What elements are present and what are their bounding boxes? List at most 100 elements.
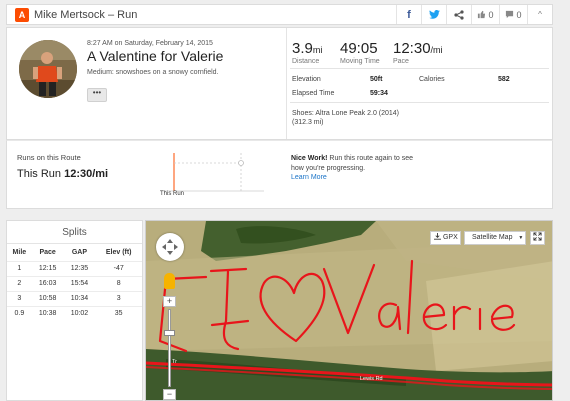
- twitter-icon: [428, 10, 440, 19]
- elapsed-time-label: Elapsed Time: [292, 90, 335, 97]
- stat-pace: 12:30/mi Pace: [393, 40, 443, 65]
- route-comparison: Runs on this Route This Run 12:30/mi Thi…: [6, 140, 553, 209]
- facebook-share-button[interactable]: f: [396, 5, 421, 24]
- pan-arrows-icon: [162, 239, 178, 255]
- avatar[interactable]: [19, 40, 77, 98]
- col-gap: GAP: [71, 248, 88, 256]
- split-gap: 10:02: [63, 305, 96, 321]
- stat-distance: 3.9mi Distance: [292, 40, 322, 65]
- split-pace: 12:15: [31, 260, 64, 276]
- gpx-label: GPX: [442, 234, 458, 241]
- strava-logo-icon: A: [15, 7, 29, 22]
- split-elev: 3: [95, 290, 142, 306]
- pace-unit: /mi: [430, 45, 443, 55]
- split-gap: 10:34: [63, 290, 96, 306]
- pace-label: Pace: [393, 58, 409, 65]
- elevation-label: Elevation: [292, 76, 321, 83]
- twitter-share-button[interactable]: [421, 5, 446, 24]
- elevation-value: 50ft: [370, 76, 383, 83]
- calories-value: 582: [498, 76, 510, 83]
- table-row: 1 12:15 12:35 -47: [7, 260, 142, 276]
- map-type-select[interactable]: Satellite Map ▼: [464, 231, 526, 245]
- activity-header: A Mike Mertsock – Run f 0 0 ^: [6, 4, 553, 25]
- stats-divider: [290, 68, 549, 69]
- split-mile: 1: [7, 260, 32, 276]
- road-label: Lewis Rd: [360, 376, 383, 382]
- card-divider: [286, 28, 287, 139]
- this-run-prefix: This Run: [17, 168, 65, 180]
- chevron-down-icon: ▼: [518, 235, 524, 241]
- shoes-name: Shoes: Altra Lone Peak 2.0 (2014): [292, 110, 400, 117]
- activity-owner-title: Mike Mertsock – Run: [34, 8, 138, 21]
- zoom-slider-handle[interactable]: [164, 330, 175, 336]
- zoom-slider-track[interactable]: [168, 309, 171, 387]
- header-actions: f 0 0 ^: [396, 5, 552, 24]
- distance-unit: mi: [312, 45, 323, 55]
- col-pace: Pace: [39, 248, 56, 256]
- nice-work-message: Nice Work! Run this route again to see h…: [291, 154, 421, 174]
- zoom-out-button[interactable]: −: [163, 389, 176, 400]
- col-mile: Mile: [12, 248, 27, 256]
- learn-more-link[interactable]: Learn More: [291, 174, 327, 181]
- split-pace: 10:38: [31, 305, 64, 321]
- more-options-button[interactable]: •••: [87, 88, 107, 102]
- split-mile: 2: [7, 275, 32, 291]
- split-mile: 0.9: [7, 305, 32, 321]
- split-mile: 3: [7, 290, 32, 306]
- road-label: Tr: [172, 359, 177, 365]
- col-elev: Elev (ft): [105, 248, 132, 256]
- share-icon: [454, 9, 464, 20]
- splits-table: Mile Pace GAP Elev (ft) 1 12:15 12:35 -4…: [7, 244, 142, 321]
- shoes-distance: (312.3 mi): [292, 119, 324, 126]
- route-progress-chart: [160, 153, 264, 192]
- share-button[interactable]: [446, 5, 471, 24]
- this-run-pace-value: 12:30/mi: [64, 168, 109, 180]
- table-row: 0.9 10:38 10:02 35: [7, 305, 142, 321]
- split-pace: 10:58: [31, 290, 64, 306]
- route-map[interactable]: + − GPX Satellite Map ▼ Tr Lewis Rd: [145, 220, 553, 401]
- collapse-button[interactable]: ^: [527, 5, 552, 24]
- zoom-in-button[interactable]: +: [163, 296, 176, 307]
- pace-value: 12:30: [393, 40, 431, 57]
- map-pan-control[interactable]: [156, 233, 184, 261]
- fullscreen-button[interactable]: [530, 231, 545, 245]
- comment-icon: [506, 10, 514, 19]
- activity-summary-card: 8:27 AM on Saturday, February 14, 2015 A…: [6, 27, 553, 140]
- route-runs-label: Runs on this Route: [17, 153, 81, 162]
- split-elev: 8: [95, 275, 142, 291]
- moving-time-value: 49:05: [340, 40, 378, 57]
- table-row: 3 10:58 10:34 3: [7, 290, 142, 306]
- activity-datetime: 8:27 AM on Saturday, February 14, 2015: [87, 40, 213, 47]
- split-gap: 12:35: [63, 260, 96, 276]
- map-type-label: Satellite Map: [472, 234, 513, 241]
- route-chart-caption: This Run: [160, 191, 185, 197]
- activity-title: A Valentine for Valerie: [87, 48, 224, 64]
- kudos-count: 0: [488, 9, 494, 20]
- download-icon: [434, 233, 441, 240]
- facebook-icon: f: [407, 8, 411, 21]
- comments-button[interactable]: 0: [499, 5, 527, 24]
- elapsed-time-value: 59:34: [370, 90, 388, 97]
- moving-time-label: Moving Time: [340, 58, 380, 65]
- kudos-button[interactable]: 0: [471, 5, 499, 24]
- splits-title: Splits: [7, 221, 142, 244]
- zoom-control: + −: [163, 296, 176, 400]
- street-view-pegman-icon[interactable]: [164, 273, 175, 289]
- distance-label: Distance: [292, 58, 320, 65]
- split-elev: 35: [95, 305, 142, 321]
- stats-divider-2: [290, 102, 549, 103]
- distance-value: 3.9: [292, 40, 313, 57]
- nice-work-bold: Nice Work!: [291, 155, 328, 162]
- comment-count: 0: [516, 9, 522, 20]
- chevron-up-icon: ^: [538, 10, 542, 19]
- calories-label: Calories: [419, 76, 445, 83]
- satellite-imagery: [146, 221, 552, 400]
- split-gap: 15:54: [63, 275, 96, 291]
- thumbs-up-icon: [478, 10, 486, 19]
- split-pace: 16:03: [31, 275, 64, 291]
- download-gpx-button[interactable]: GPX: [430, 231, 461, 245]
- split-elev: -47: [95, 260, 142, 276]
- splits-panel: Splits Mile Pace GAP Elev (ft) 1 12:15 1…: [6, 220, 143, 401]
- this-run-pace: This Run 12:30/mi: [17, 168, 108, 180]
- activity-description: Medium: snowshoes on a snowy cornfield.: [87, 69, 219, 76]
